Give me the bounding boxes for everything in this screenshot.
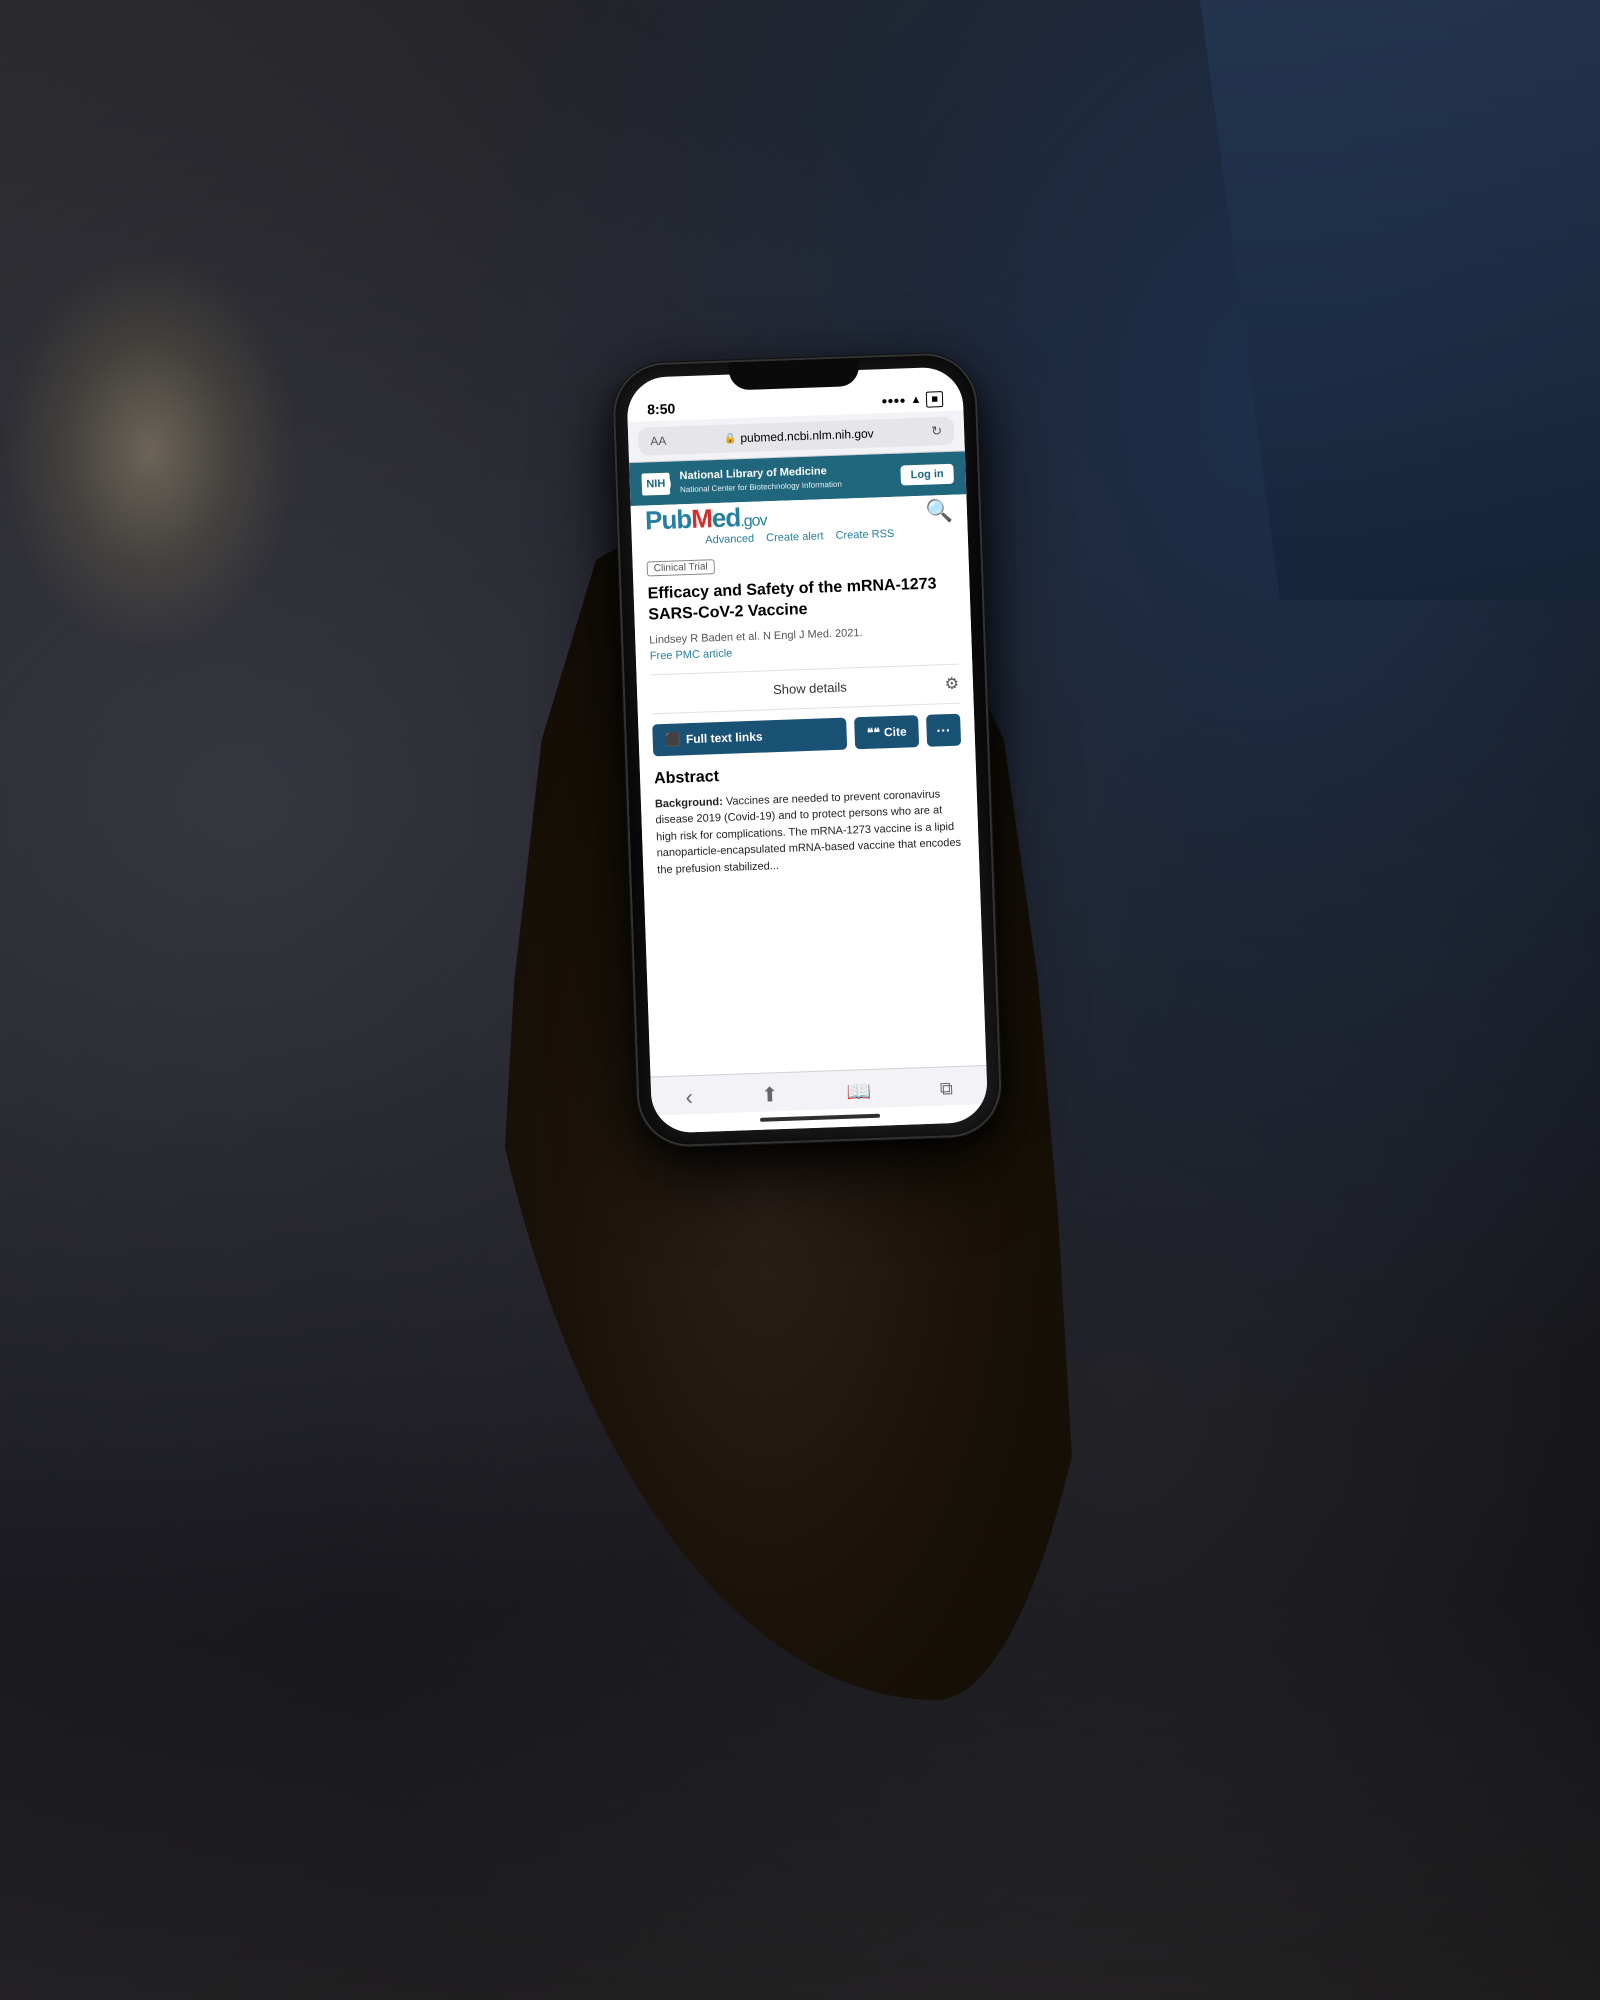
pubmed-logo: PubMed.gov [645,502,767,537]
reload-icon[interactable]: ↻ [931,423,942,439]
battery-icon: ■ [926,391,943,408]
more-icon: ··· [936,722,951,738]
action-buttons: ⬛ Full text links ❝❝ Cite ··· [652,714,961,757]
back-icon[interactable]: ‹ [685,1084,693,1110]
full-text-icon: ⬛ [664,731,681,748]
status-time: 8:50 [647,400,676,417]
abstract-text: Background: Vaccines are needed to preve… [655,785,966,878]
pubmed-m: M [691,503,713,534]
full-text-label: Full text links [686,729,763,746]
show-details-text[interactable]: Show details [675,677,945,701]
nav-create-rss[interactable]: Create RSS [835,528,894,542]
cite-button[interactable]: ❝❝ Cite [854,715,919,749]
nih-logo: NIH ) National Library of Medicine Natio… [641,464,842,498]
more-button[interactable]: ··· [926,714,961,747]
full-text-links-button[interactable]: ⬛ Full text links [652,717,847,756]
tabs-icon[interactable]: ⧉ [940,1078,954,1099]
gear-icon: ⚙ [944,676,959,693]
wifi-icon: ▲ [910,394,921,406]
article-journal: N Engl J Med. 2021. [763,627,863,642]
bookmarks-icon[interactable]: 📖 [846,1078,872,1104]
gear-button[interactable]: ⚙ [944,674,959,694]
url-bar-left: AA [650,434,666,449]
nih-org-sub: National Center for Biotechnology Inform… [680,480,842,495]
lock-icon: 🔒 [724,433,737,444]
nih-bracket: ) [665,473,672,494]
abstract-title: Abstract [654,760,962,789]
scene-container: 8:50 ●●●● ▲ ■ AA 🔒 pu [450,300,1150,1700]
url-text: pubmed.ncbi.nlm.nih.gov [740,426,874,445]
cite-label: Cite [884,724,907,739]
lamp-glow [0,250,300,650]
url-bar[interactable]: AA 🔒 pubmed.ncbi.nlm.nih.gov ↻ [638,417,955,456]
nav-advanced[interactable]: Advanced [705,533,754,547]
phone-screen: 8:50 ●●●● ▲ ■ AA 🔒 pu [626,366,988,1133]
nih-logo-combined: NIH ) [641,472,672,495]
nav-create-alert[interactable]: Create alert [766,531,824,545]
abstract-background-label: Background: [655,796,723,810]
pubmed-pub: Pub [645,504,692,536]
url-section: 🔒 pubmed.ncbi.nlm.nih.gov [724,426,874,445]
signal-icon: ●●●● [881,395,906,407]
pubmed-main: PubMed.gov 🔍 Advanced Create alert Creat… [631,495,987,1077]
show-details-bar: Show details ⚙ [650,664,959,715]
search-icon[interactable]: 🔍 [925,498,953,525]
nih-text-block: National Library of Medicine National Ce… [679,464,842,497]
login-button[interactable]: Log in [900,463,954,485]
article-badge: Clinical Trial [647,559,715,576]
article-authors: Lindsey R Baden et al. [649,630,760,646]
article-section: Clinical Trial Efficacy and Safety of th… [632,548,979,880]
status-icons: ●●●● ▲ ■ [881,391,943,409]
pubmed-gov: .gov [740,513,767,531]
aa-label[interactable]: AA [650,434,666,449]
pubmed-ed: ed [711,503,740,534]
share-icon[interactable]: ⬆ [761,1082,779,1108]
cite-icon: ❝❝ [867,725,880,739]
phone-device: 8:50 ●●●● ▲ ■ AA 🔒 pu [614,354,1001,1146]
home-indicator [760,1114,880,1122]
phone-notch [729,358,860,391]
article-title: Efficacy and Safety of the mRNA-1273 SAR… [647,574,956,626]
